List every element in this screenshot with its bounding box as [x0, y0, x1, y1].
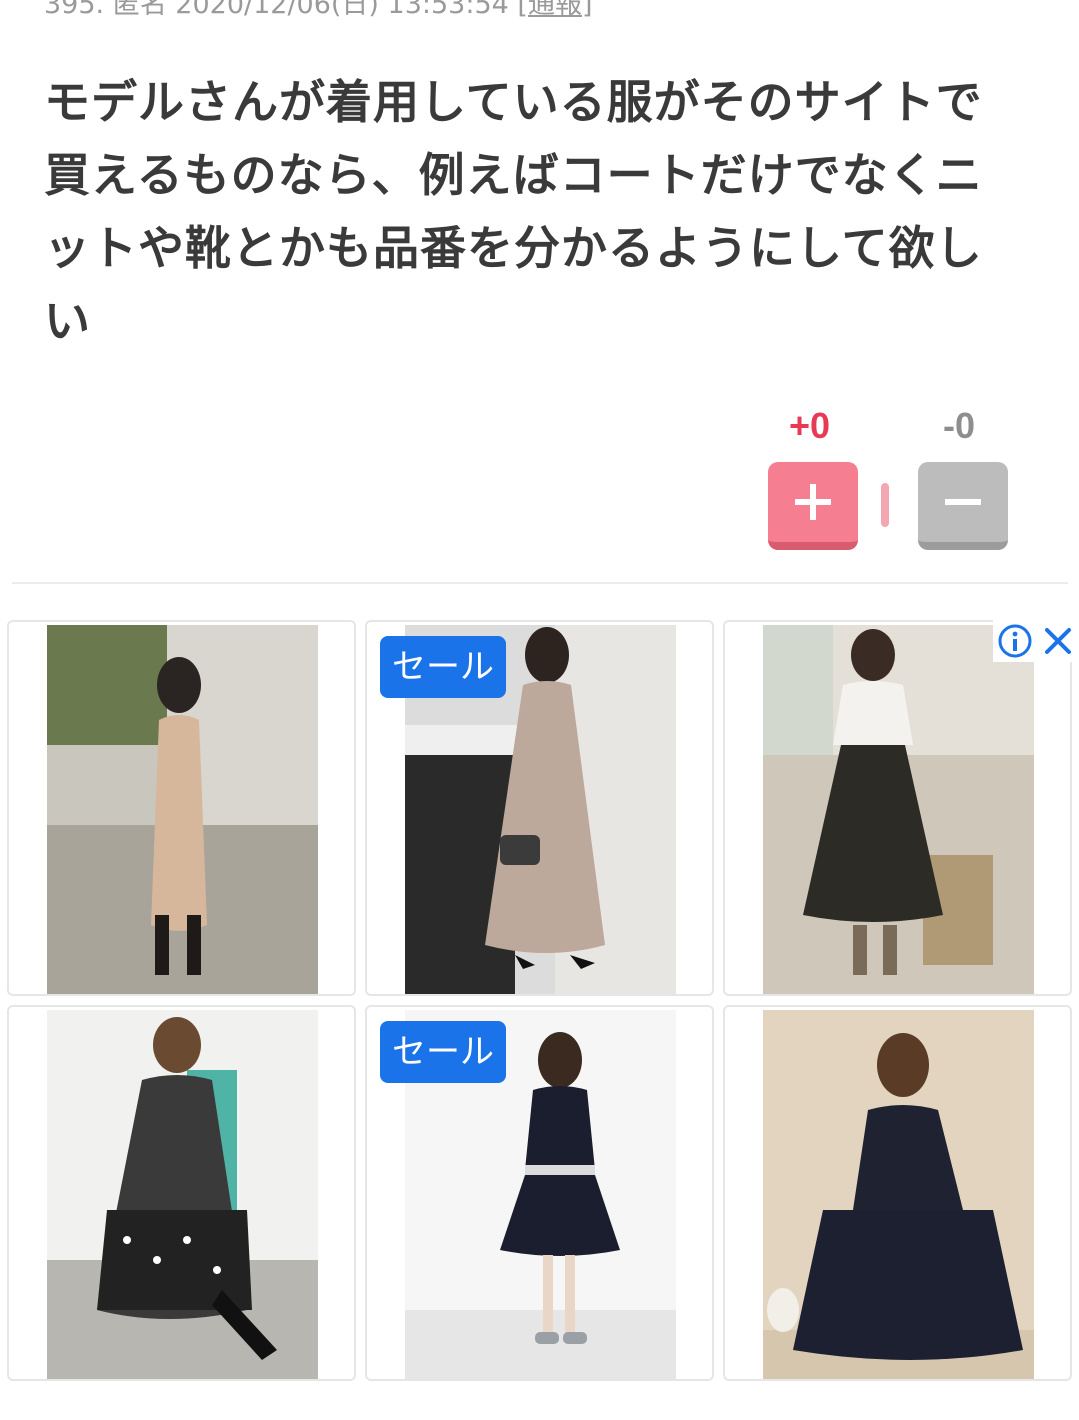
ad-choices[interactable] [993, 620, 1079, 662]
report-link[interactable]: [通報] [517, 0, 592, 20]
sale-badge: セール [380, 1021, 506, 1083]
plus-vote-count: +0 [789, 405, 831, 446]
ad-product-image[interactable] [47, 625, 318, 994]
ad-card[interactable] [7, 620, 356, 996]
minus-icon [945, 499, 981, 505]
minus-vote-button[interactable] [918, 462, 1008, 550]
ad-product-image[interactable] [763, 625, 1034, 994]
comment-meta: 395. 匿名 2020/12/06(日) 13:53:54 [通報] [44, 0, 592, 22]
comment-meta-text: 395. 匿名 2020/12/06(日) 13:53:54 [44, 0, 518, 20]
ad-card[interactable] [723, 1005, 1072, 1381]
ad-card[interactable] [723, 620, 1072, 996]
comment-separator [12, 582, 1068, 584]
close-icon[interactable] [1041, 624, 1075, 658]
ad-card[interactable]: セール [365, 620, 714, 996]
minus-vote-count: -0 [943, 405, 976, 446]
ad-card[interactable]: セール [365, 1005, 714, 1381]
comment-body: モデルさんが着用している服がそのサイトで買えるものなら、例えばコートだけでなくニ… [44, 75, 983, 348]
sale-badge: セール [380, 636, 506, 698]
ad-card[interactable] [7, 1005, 356, 1381]
ad-grid: セール セール [0, 620, 1079, 1390]
vote-divider [881, 483, 889, 527]
plus-icon [795, 484, 831, 520]
ad-product-image[interactable] [47, 1010, 318, 1379]
plus-vote-button[interactable] [768, 462, 858, 550]
info-icon[interactable] [997, 623, 1033, 659]
ad-product-image[interactable] [763, 1010, 1034, 1379]
